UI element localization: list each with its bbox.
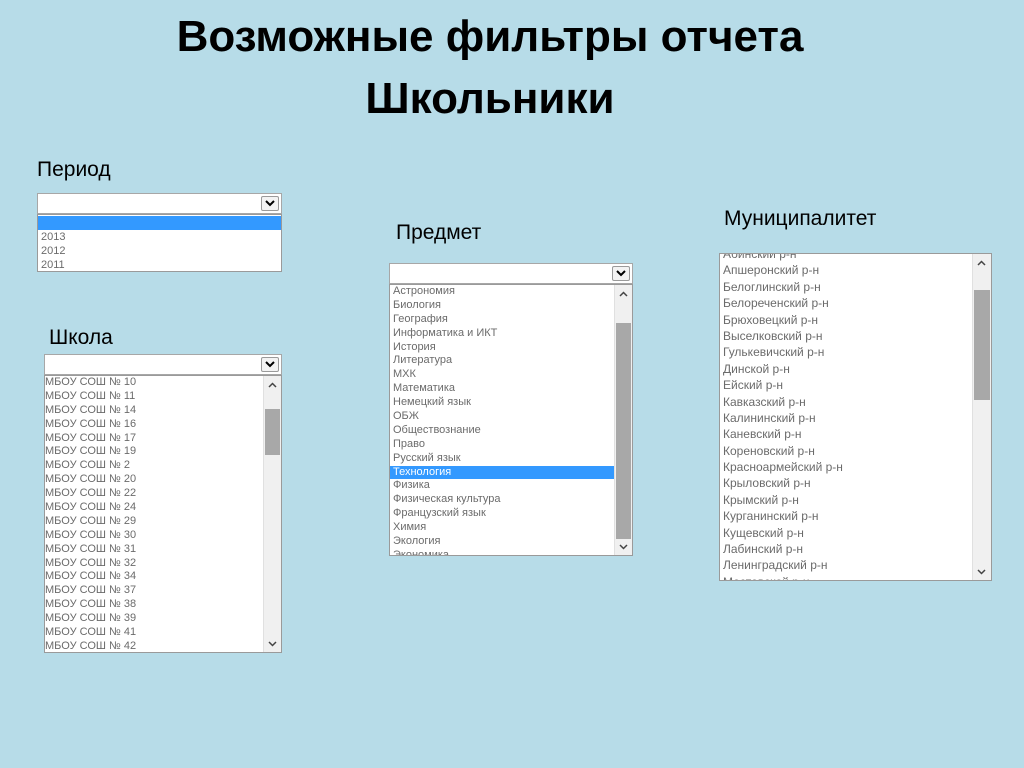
school-option[interactable]: МБОУ СОШ № 39 [45,612,281,626]
municipality-option[interactable]: Каневский р-н [720,426,974,442]
municipality-label: Муниципалитет [724,207,877,230]
municipality-option[interactable]: Кавказский р-н [720,394,974,410]
school-dropdown-list[interactable]: МБОУ СОШ № 10 МБОУ СОШ № 11 МБОУ СОШ № 14 М… [44,375,282,653]
chevron-down-icon [265,361,275,368]
chevron-down-icon [265,200,275,207]
municipality-option[interactable]: Крыловский р-н [720,475,974,491]
subject-dropdown-button[interactable] [612,266,630,281]
subject-option[interactable]: География [390,313,615,327]
title-line-2: Школьники [365,74,615,123]
subject-option[interactable]: Французский язык [390,507,615,521]
school-option[interactable]: МБОУ СОШ № 42 [45,640,281,652]
municipality-list[interactable]: Абинский р-н Апшеронский р-н Белоглинский … [719,253,992,581]
period-option[interactable]: 2013 [38,230,281,244]
municipality-scroll-thumb[interactable] [974,290,990,400]
municipality-option[interactable]: Брюховецкий р-н [720,312,974,328]
municipality-option[interactable]: Калининский р-н [720,410,974,426]
municipality-option[interactable]: Курганинский р-н [720,508,974,524]
subject-option[interactable]: Литература [390,354,615,368]
school-option[interactable]: МБОУ СОШ № 10 [45,376,281,390]
school-option[interactable]: МБОУ СОШ № 22 [45,487,281,501]
chevron-down-icon[interactable] [615,538,632,555]
subject-label: Предмет [396,221,482,244]
municipality-option[interactable]: Мостовской р-н [720,574,974,580]
municipality-option[interactable]: Динской р-н [720,361,974,377]
period-dropdown-list[interactable]: 2013 2012 2011 [37,214,282,272]
subject-option[interactable]: МХК [390,368,615,382]
chevron-down-icon[interactable] [264,635,281,652]
school-option[interactable]: МБОУ СОШ № 17 [45,432,281,446]
subject-option[interactable]: Экономика [390,549,615,555]
school-option[interactable]: МБОУ СОШ № 32 [45,557,281,571]
school-option[interactable]: МБОУ СОШ № 30 [45,529,281,543]
chevron-down-icon[interactable] [973,563,990,580]
municipality-option[interactable]: Ленинградский р-н [720,557,974,573]
school-label: Школа [49,326,113,349]
page-title: Возможные фильтры отчета Школьники [0,6,980,130]
school-option[interactable]: МБОУ СОШ № 31 [45,543,281,557]
school-option[interactable]: МБОУ СОШ № 24 [45,501,281,515]
subject-option[interactable]: Русский язык [390,452,615,466]
school-option[interactable]: МБОУ СОШ № 19 [45,445,281,459]
period-option[interactable]: 2011 [38,258,281,271]
period-option[interactable] [38,216,281,230]
municipality-option[interactable]: Ейский р-н [720,377,974,393]
chevron-down-icon [616,270,626,277]
chevron-up-icon[interactable] [264,376,281,393]
school-option[interactable]: МБОУ СОШ № 14 [45,404,281,418]
school-scroll-thumb[interactable] [265,409,280,455]
municipality-option[interactable]: Апшеронский р-н [720,262,974,278]
municipality-option[interactable]: Белореченский р-н [720,295,974,311]
period-select[interactable] [37,193,282,214]
subject-dropdown-list[interactable]: Астрономия Биология География Информатика и… [389,284,633,556]
school-option[interactable]: МБОУ СОШ № 41 [45,626,281,640]
school-option[interactable]: МБОУ СОШ № 11 [45,390,281,404]
school-select[interactable] [44,354,282,375]
subject-scroll-thumb[interactable] [616,323,631,539]
school-option[interactable]: МБОУ СОШ № 20 [45,473,281,487]
subject-option[interactable]: История [390,341,615,355]
school-scrollbar[interactable] [263,376,281,652]
subject-select[interactable] [389,263,633,284]
subject-option[interactable]: Технология [390,465,615,480]
school-dropdown-button[interactable] [261,357,279,372]
municipality-option[interactable]: Белоглинский р-н [720,279,974,295]
municipality-option[interactable]: Крымский р-н [720,492,974,508]
subject-option[interactable]: Математика [390,382,615,396]
school-option[interactable]: МБОУ СОШ № 2 [45,459,281,473]
school-option[interactable]: МБОУ СОШ № 34 [45,570,281,584]
school-option[interactable]: МБОУ СОШ № 37 [45,584,281,598]
school-option[interactable]: МБОУ СОШ № 16 [45,418,281,432]
subject-option[interactable]: Физика [390,479,615,493]
municipality-option[interactable]: Красноармейский р-н [720,459,974,475]
subject-option[interactable]: Право [390,438,615,452]
municipality-option[interactable]: Кущевский р-н [720,525,974,541]
municipality-scrollbar[interactable] [972,254,991,580]
title-line-1: Возможные фильтры отчета [176,12,804,61]
municipality-option[interactable]: Кореновский р-н [720,443,974,459]
period-option[interactable]: 2012 [38,244,281,258]
subject-option[interactable]: Биология [390,299,615,313]
school-option[interactable]: МБОУ СОШ № 38 [45,598,281,612]
chevron-up-icon[interactable] [973,254,990,271]
period-label: Период [37,158,111,181]
subject-option[interactable]: Информатика и ИКТ [390,327,615,341]
period-dropdown-button[interactable] [261,196,279,211]
municipality-option[interactable]: Выселковский р-н [720,328,974,344]
chevron-up-icon[interactable] [615,285,632,302]
municipality-option[interactable]: Лабинский р-н [720,541,974,557]
subject-option[interactable]: Химия [390,521,615,535]
subject-option[interactable]: Обществознание [390,424,615,438]
subject-option[interactable]: Физическая культура [390,493,615,507]
subject-option[interactable]: ОБЖ [390,410,615,424]
municipality-option[interactable]: Гулькевичский р-н [720,344,974,360]
municipality-option[interactable]: Абинский р-н [720,254,974,262]
subject-scrollbar[interactable] [614,285,632,555]
subject-option[interactable]: Немецкий язык [390,396,615,410]
subject-option[interactable]: Экология [390,535,615,549]
subject-option[interactable]: Астрономия [390,285,615,299]
school-option[interactable]: МБОУ СОШ № 29 [45,515,281,529]
